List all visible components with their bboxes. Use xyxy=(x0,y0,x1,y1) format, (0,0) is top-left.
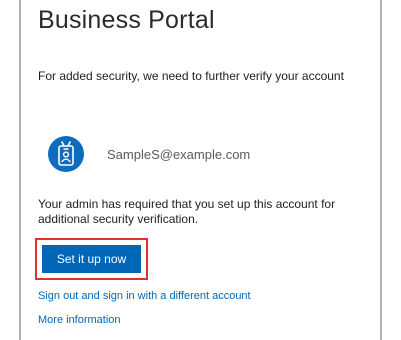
portal-panel: Business Portal For added security, we n… xyxy=(19,0,382,340)
page-title: Business Portal xyxy=(38,6,215,34)
verify-subtitle: For added security, we need to further v… xyxy=(38,69,344,83)
more-information-link[interactable]: More information xyxy=(38,314,121,326)
admin-requirement-note: Your admin has required that you set up … xyxy=(38,197,336,226)
badge-id-icon xyxy=(48,136,84,172)
account-row: SampleS@example.com xyxy=(48,136,250,172)
set-it-up-now-button[interactable]: Set it up now xyxy=(42,245,141,273)
sign-out-link[interactable]: Sign out and sign in with a different ac… xyxy=(38,290,251,302)
account-email: SampleS@example.com xyxy=(107,146,251,162)
